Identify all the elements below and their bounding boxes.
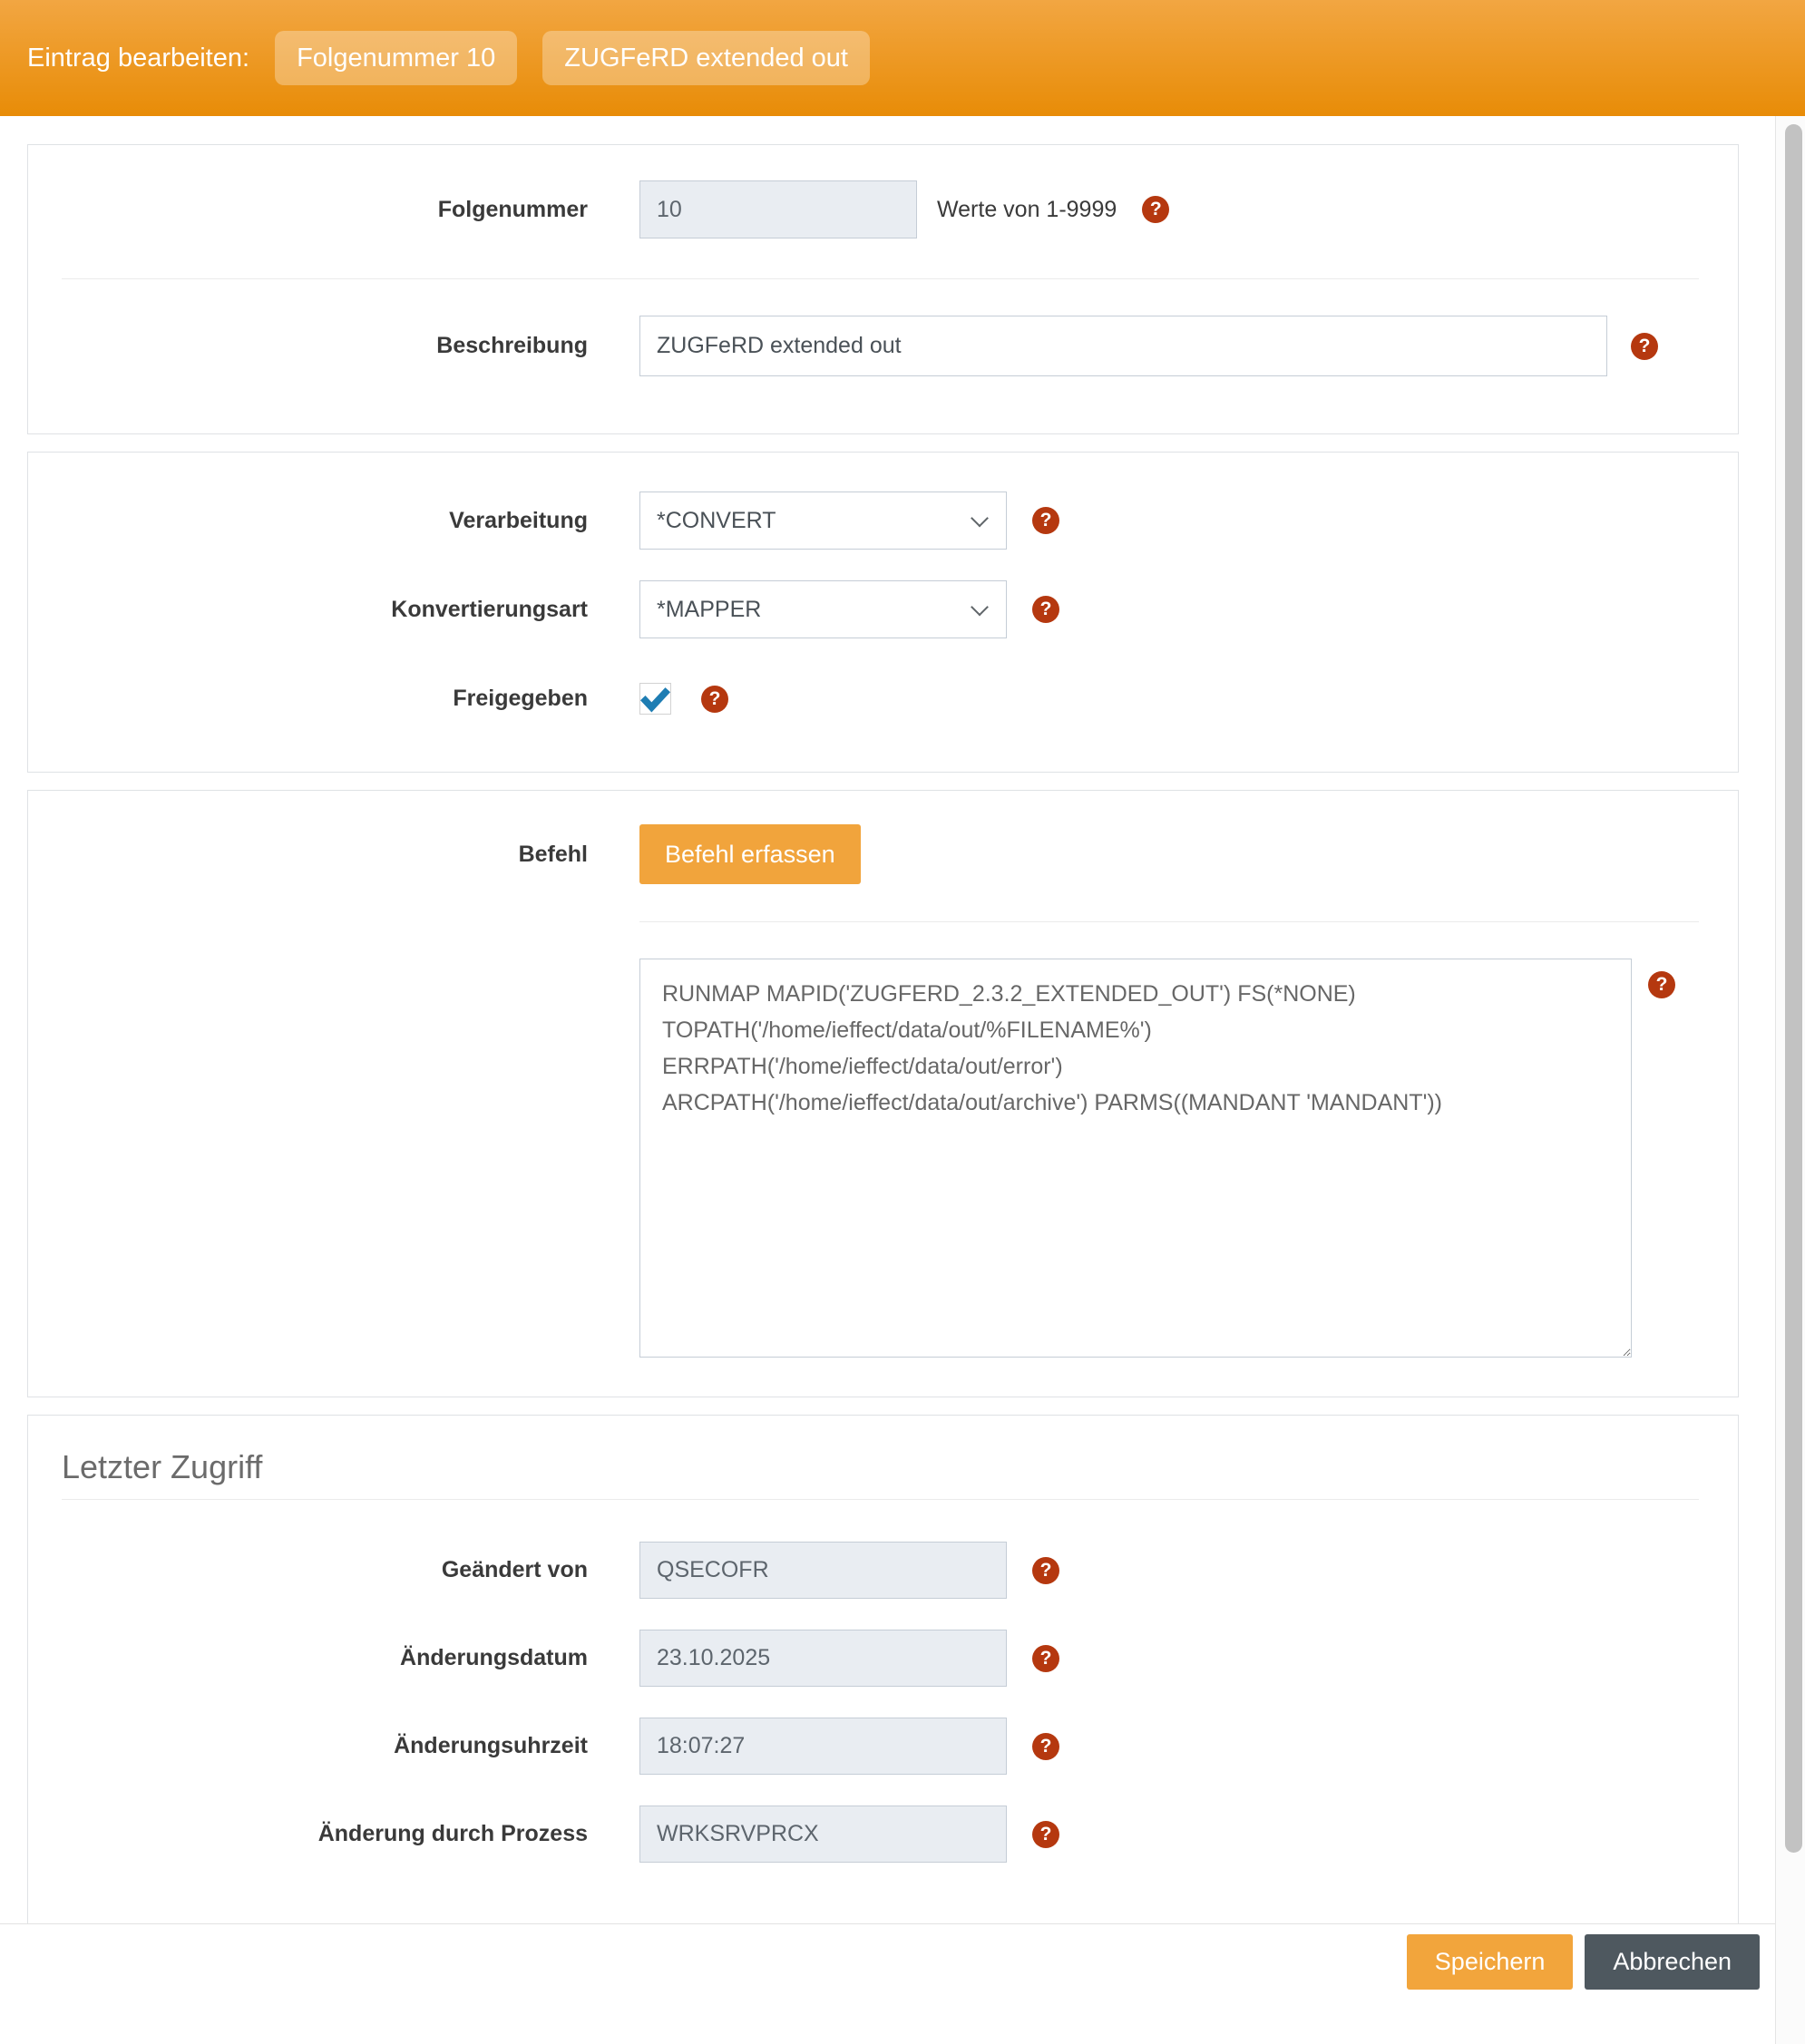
chevron-down-icon	[971, 599, 989, 617]
konvertierungsart-selected-value: *MAPPER	[657, 597, 761, 623]
verarbeitung-selected-value: *CONVERT	[657, 508, 776, 534]
beschreibung-help-icon[interactable]: ?	[1631, 333, 1658, 360]
aenderung-prozess-input	[639, 1806, 1007, 1863]
card-command: Befehl Befehl erfassen RUNMAP MAPID('ZUG…	[27, 790, 1739, 1397]
row-beschreibung: Beschreibung ?	[28, 316, 1738, 376]
row-aenderungsdatum: Änderungsdatum ?	[28, 1630, 1738, 1687]
row-command-text: RUNMAP MAPID('ZUGFERD_2.3.2_EXTENDED_OUT…	[28, 959, 1738, 1358]
command-textarea[interactable]: RUNMAP MAPID('ZUGFERD_2.3.2_EXTENDED_OUT…	[639, 959, 1632, 1358]
page-header: Eintrag bearbeiten: Folgenummer 10 ZUGFe…	[0, 0, 1805, 116]
badge-folgenummer: Folgenummer 10	[275, 31, 517, 85]
konvertierungsart-label: Konvertierungsart	[28, 597, 588, 623]
freigegeben-help-icon[interactable]: ?	[701, 686, 728, 713]
folgenummer-hint: Werte von 1-9999	[937, 197, 1117, 223]
form-content: Folgenummer Werte von 1-9999 ? Beschreib…	[0, 116, 1775, 1924]
row-befehl: Befehl Befehl erfassen	[28, 824, 1738, 884]
beschreibung-label: Beschreibung	[28, 333, 588, 359]
aenderung-prozess-help-icon[interactable]: ?	[1032, 1821, 1059, 1848]
divider	[62, 1499, 1699, 1500]
letzter-zugriff-heading: Letzter Zugriff	[28, 1416, 1738, 1499]
folgenummer-input	[639, 180, 917, 238]
folgenummer-help-icon[interactable]: ?	[1142, 196, 1169, 223]
chevron-down-icon	[971, 510, 989, 528]
scrollbar-track[interactable]	[1775, 116, 1805, 2044]
row-geaendert-von: Geändert von ?	[28, 1542, 1738, 1599]
aenderungsuhrzeit-help-icon[interactable]: ?	[1032, 1733, 1059, 1760]
row-freigegeben: Freigegeben ?	[28, 683, 1738, 715]
aenderungsuhrzeit-label: Änderungsuhrzeit	[28, 1733, 588, 1759]
command-help-icon[interactable]: ?	[1648, 971, 1675, 998]
row-aenderungsuhrzeit: Änderungsuhrzeit ?	[28, 1718, 1738, 1775]
freigegeben-checkbox[interactable]	[639, 683, 671, 715]
row-folgenummer: Folgenummer Werte von 1-9999 ?	[28, 180, 1738, 238]
geaendert-von-label: Geändert von	[28, 1557, 588, 1583]
geaendert-von-input	[639, 1542, 1007, 1599]
folgenummer-label: Folgenummer	[28, 197, 588, 223]
aenderungsdatum-help-icon[interactable]: ?	[1032, 1645, 1059, 1672]
divider	[639, 921, 1699, 922]
verarbeitung-help-icon[interactable]: ?	[1032, 507, 1059, 534]
card-identification: Folgenummer Werte von 1-9999 ? Beschreib…	[27, 144, 1739, 434]
row-verarbeitung: Verarbeitung *CONVERT ?	[28, 492, 1738, 550]
beschreibung-input[interactable]	[639, 316, 1607, 376]
checkmark-icon	[640, 685, 670, 714]
badge-description: ZUGFeRD extended out	[542, 31, 870, 85]
card-processing: Verarbeitung *CONVERT ? Konvertierungsar…	[27, 452, 1739, 773]
konvertierungsart-help-icon[interactable]: ?	[1032, 596, 1059, 623]
aenderungsdatum-input	[639, 1630, 1007, 1687]
verarbeitung-label: Verarbeitung	[28, 508, 588, 534]
aenderung-prozess-label: Änderung durch Prozess	[28, 1821, 588, 1847]
cancel-button[interactable]: Abbrechen	[1585, 1934, 1760, 1990]
divider	[62, 278, 1699, 279]
konvertierungsart-select[interactable]: *MAPPER	[639, 580, 1007, 638]
befehl-label: Befehl	[28, 842, 588, 868]
aenderungsuhrzeit-input	[639, 1718, 1007, 1775]
card-letzter-zugriff: Letzter Zugriff Geändert von ? Änderungs…	[27, 1415, 1739, 1923]
row-aenderung-prozess: Änderung durch Prozess ?	[28, 1806, 1738, 1863]
geaendert-von-help-icon[interactable]: ?	[1032, 1557, 1059, 1584]
freigegeben-label: Freigegeben	[28, 686, 588, 712]
form-footer: Speichern Abbrechen	[0, 1924, 1805, 1990]
scrollbar-thumb[interactable]	[1785, 124, 1802, 1853]
save-button[interactable]: Speichern	[1407, 1934, 1574, 1990]
verarbeitung-select[interactable]: *CONVERT	[639, 492, 1007, 550]
row-konvertierungsart: Konvertierungsart *MAPPER ?	[28, 580, 1738, 638]
page-title: Eintrag bearbeiten:	[27, 44, 249, 73]
aenderungsdatum-label: Änderungsdatum	[28, 1645, 588, 1671]
befehl-erfassen-button[interactable]: Befehl erfassen	[639, 824, 861, 884]
